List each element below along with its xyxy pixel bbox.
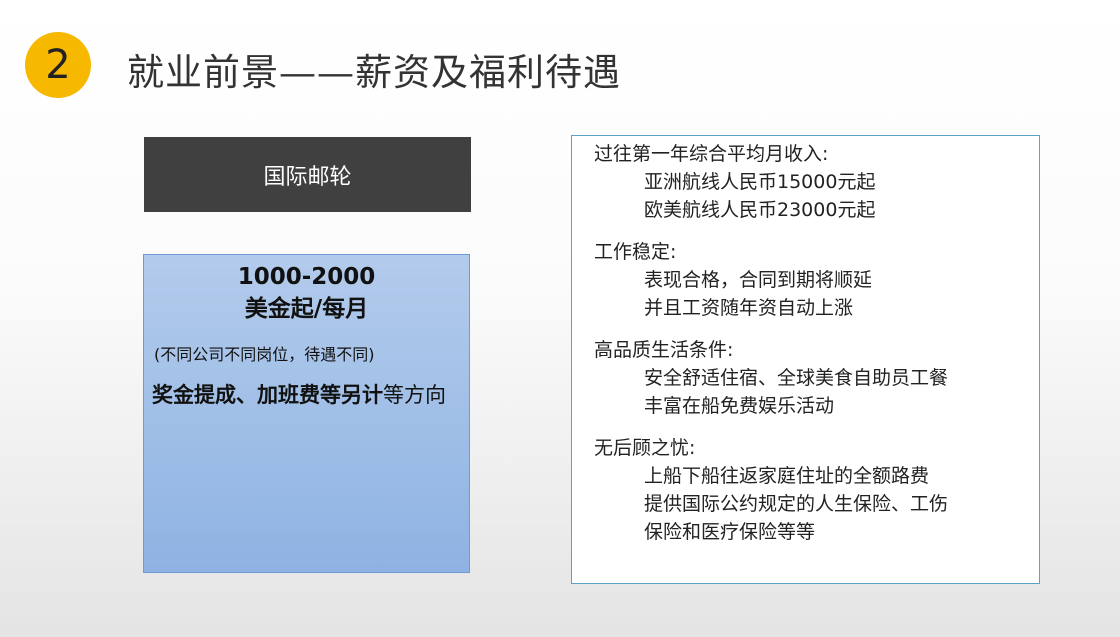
category-box: 国际邮轮: [144, 137, 471, 212]
section-line: 亚洲航线人民币15000元起: [644, 171, 876, 193]
section-heading: 高品质生活条件:: [594, 339, 734, 361]
bonus-bold: 奖金提成、加班费等另计: [152, 383, 383, 407]
category-label: 国际邮轮: [263, 164, 352, 190]
benefit-section-no-worries: 无后顾之忧: 上船下船往返家庭住址的全额路费 提供国际公约规定的人生保险、工伤 …: [594, 434, 1039, 546]
salary-unit: 美金起/每月: [244, 296, 369, 322]
salary-range: 1000-2000: [237, 264, 376, 290]
salary-box: 1000-2000 美金起/每月 (不同公司不同岗位，待遇不同) 奖金提成、加班…: [143, 254, 470, 573]
section-line: 提供国际公约规定的人生保险、工伤: [644, 493, 949, 515]
section-number: 2: [45, 42, 71, 88]
bonus-rest: 等方向: [383, 383, 446, 407]
section-heading: 工作稳定:: [594, 241, 677, 263]
benefit-section-income: 过往第一年综合平均月收入: 亚洲航线人民币15000元起 欧美航线人民币2300…: [594, 140, 1039, 224]
bonus-text: 奖金提成、加班费等另计等方向: [152, 379, 459, 411]
section-line: 丰富在船免费娱乐活动: [644, 395, 835, 417]
benefit-section-living: 高品质生活条件: 安全舒适住宿、全球美食自助员工餐 丰富在船免费娱乐活动: [594, 336, 1039, 420]
section-line: 并且工资随年资自动上涨: [644, 297, 854, 319]
section-line: 欧美航线人民币23000元起: [644, 199, 876, 221]
benefits-box: 过往第一年综合平均月收入: 亚洲航线人民币15000元起 欧美航线人民币2300…: [571, 135, 1040, 584]
section-heading: 无后顾之忧:: [594, 437, 696, 459]
page-title: 就业前景——薪资及福利待遇: [127, 51, 621, 94]
section-line: 表现合格，合同到期将顺延: [644, 269, 873, 291]
section-number-badge: 2: [25, 32, 91, 98]
section-line: 安全舒适住宿、全球美食自助员工餐: [644, 367, 949, 389]
benefit-section-stability: 工作稳定: 表现合格，合同到期将顺延 并且工资随年资自动上涨: [594, 238, 1039, 322]
salary-note: (不同公司不同岗位，待遇不同): [154, 345, 375, 364]
section-line: 保险和医疗保险等等: [644, 521, 816, 543]
section-line: 上船下船往返家庭住址的全额路费: [644, 465, 930, 487]
section-heading: 过往第一年综合平均月收入:: [594, 143, 829, 165]
